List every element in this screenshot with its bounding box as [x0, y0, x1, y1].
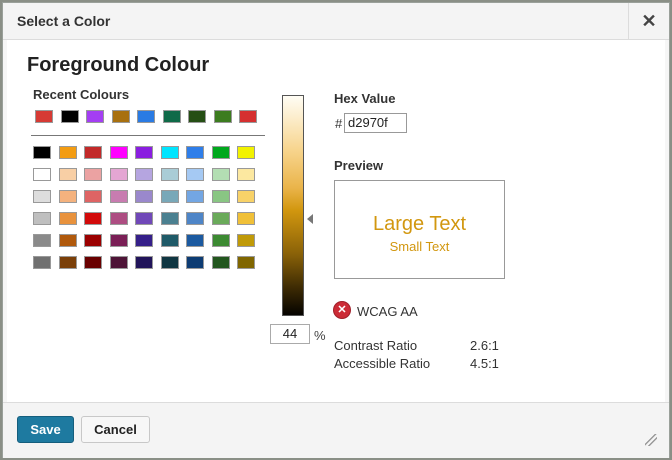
palette-colour-swatch[interactable]	[211, 212, 230, 225]
fail-x-icon: ✕	[334, 302, 350, 318]
preview-label: Preview	[334, 158, 384, 173]
palette-colour-swatch[interactable]	[211, 256, 230, 269]
palette-colour-swatch[interactable]	[84, 168, 102, 181]
page-title: Foreground Colour	[27, 54, 210, 76]
hex-value-label: Hex Value	[334, 91, 396, 106]
palette-colour-swatch[interactable]	[84, 146, 102, 159]
palette-colour-swatch[interactable]	[237, 146, 255, 159]
palette-colour-swatch[interactable]	[109, 256, 128, 269]
preview-large-text: Large Text	[372, 213, 467, 235]
palette-colour-swatch[interactable]	[33, 168, 51, 181]
palette-colour-swatch[interactable]	[33, 234, 51, 247]
dialog-titlebar: Select a Color ✕	[3, 3, 669, 40]
palette-colour-swatch[interactable]	[135, 146, 153, 159]
palette-colour-swatch[interactable]	[58, 234, 77, 247]
palette-colour-swatch[interactable]	[237, 256, 255, 269]
recent-colour-swatch[interactable]	[60, 110, 79, 123]
palette-colour-swatch[interactable]	[109, 168, 128, 181]
contrast-ratio-label: Contrast Ratio	[334, 338, 418, 353]
hex-value-input[interactable]: d2970f	[344, 113, 407, 133]
palette-colour-swatch[interactable]	[84, 212, 102, 225]
palette-colour-swatch[interactable]	[109, 234, 128, 247]
palette-colour-swatch[interactable]	[237, 234, 255, 247]
recent-colour-swatch[interactable]	[35, 110, 53, 123]
recent-colour-swatch[interactable]	[162, 110, 181, 123]
palette-colour-swatch[interactable]	[186, 212, 204, 225]
palette-colour-swatch[interactable]	[33, 212, 51, 225]
palette-colour-swatch[interactable]	[160, 234, 179, 247]
close-icon: ✕	[641, 11, 657, 31]
palette-colour-swatch[interactable]	[186, 168, 204, 181]
close-button[interactable]: ✕	[628, 3, 669, 39]
dialog-body: Foreground Colour Recent Colours 44 % He…	[7, 40, 665, 402]
palette-colour-swatch[interactable]	[58, 146, 77, 159]
select-color-dialog: Select a Color ✕ Foreground Colour Recen…	[2, 2, 670, 458]
palette-colour-swatch[interactable]	[109, 212, 128, 225]
palette-colour-swatch[interactable]	[186, 234, 204, 247]
luminance-slider[interactable]	[282, 95, 304, 316]
palette-colour-swatch[interactable]	[160, 168, 179, 181]
dialog-title: Select a Color	[17, 13, 111, 29]
palette-colour-swatch[interactable]	[135, 168, 153, 181]
accessible-ratio-value: 4.5:1	[470, 356, 499, 371]
palette-colour-swatch[interactable]	[33, 190, 51, 203]
slider-handle-icon[interactable]	[307, 214, 313, 224]
palette-colour-swatch[interactable]	[211, 146, 230, 159]
dialog-footer: Save Cancel	[3, 402, 669, 458]
preview-small-text: Small Text	[389, 239, 450, 254]
palette-colour-swatch[interactable]	[58, 212, 77, 225]
wcag-level-label: WCAG AA	[357, 304, 418, 319]
recent-colours-label: Recent Colours	[33, 87, 130, 102]
palette-colour-swatch[interactable]	[135, 212, 153, 225]
palette-colour-swatch[interactable]	[186, 146, 204, 159]
palette-colour-swatch[interactable]	[160, 146, 179, 159]
recent-colour-swatch[interactable]	[188, 110, 206, 123]
preview-box: Large Text Small Text	[334, 180, 505, 279]
palette-colour-swatch[interactable]	[237, 190, 255, 203]
palette-colour-swatch[interactable]	[211, 234, 230, 247]
palette-colour-swatch[interactable]	[186, 190, 204, 203]
hex-prefix: #	[335, 116, 343, 131]
cancel-button[interactable]: Cancel	[81, 416, 150, 443]
recent-colour-swatch[interactable]	[239, 110, 257, 123]
save-button[interactable]: Save	[17, 416, 74, 443]
palette-colour-swatch[interactable]	[211, 190, 230, 203]
palette-colour-swatch[interactable]	[135, 256, 153, 269]
palette-colour-swatch[interactable]	[109, 146, 128, 159]
swatch-divider	[31, 135, 265, 136]
palette-colour-swatch[interactable]	[84, 256, 102, 269]
palette-colour-swatch[interactable]	[160, 256, 179, 269]
palette-colour-swatch[interactable]	[58, 190, 77, 203]
palette-colour-swatch[interactable]	[109, 190, 128, 203]
palette-colour-swatch[interactable]	[237, 168, 255, 181]
contrast-ratio-value: 2.6:1	[470, 338, 499, 353]
palette-colour-swatch[interactable]	[160, 212, 179, 225]
luminance-unit: %	[314, 328, 326, 343]
accessible-ratio-label: Accessible Ratio	[334, 356, 431, 371]
palette-colour-swatch[interactable]	[135, 190, 153, 203]
recent-colour-swatch[interactable]	[137, 110, 155, 123]
palette-colour-swatch[interactable]	[160, 190, 179, 203]
palette-colour-swatch[interactable]	[84, 234, 102, 247]
palette-colour-swatch[interactable]	[211, 168, 230, 181]
palette-colour-swatch[interactable]	[33, 146, 51, 159]
recent-colour-swatch[interactable]	[213, 110, 232, 123]
recent-colour-swatch[interactable]	[86, 110, 104, 123]
palette-colour-swatch[interactable]	[135, 234, 153, 247]
palette-colour-swatch[interactable]	[237, 212, 255, 225]
luminance-input[interactable]: 44	[270, 324, 310, 344]
palette-colour-swatch[interactable]	[58, 256, 77, 269]
recent-colour-swatch[interactable]	[111, 110, 130, 123]
palette-colour-swatch[interactable]	[84, 190, 102, 203]
palette-colour-swatch[interactable]	[186, 256, 204, 269]
palette-colour-swatch[interactable]	[33, 256, 51, 269]
palette-colour-swatch[interactable]	[58, 168, 77, 181]
resize-grip-icon[interactable]	[645, 434, 657, 446]
